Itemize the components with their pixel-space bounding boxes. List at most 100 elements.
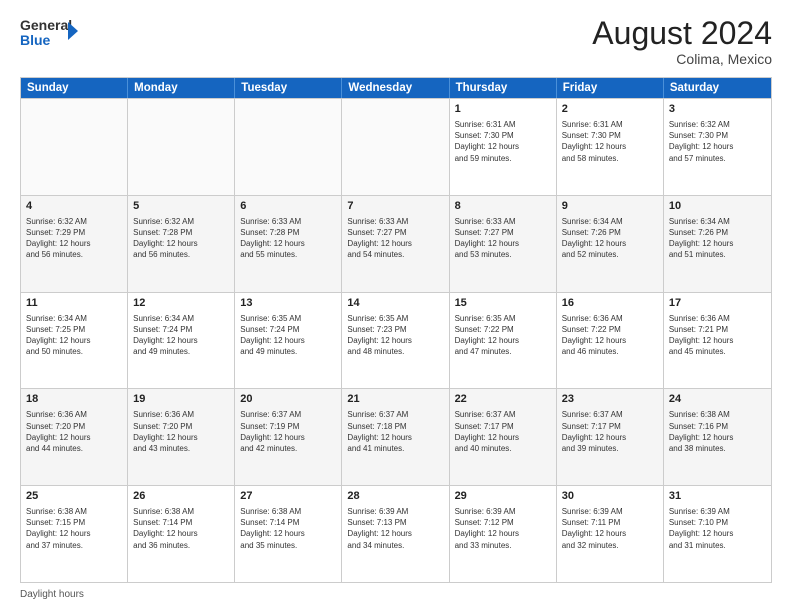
day-number: 30 [562, 489, 658, 504]
logo: GeneralBlue [20, 16, 80, 48]
day-number: 6 [240, 199, 336, 214]
cal-cell-row2-col7: 10 Sunrise: 6:34 AM Sunset: 7:26 PM Dayli… [664, 196, 771, 292]
day-number: 24 [669, 392, 766, 407]
cell-info: Sunrise: 6:38 AM Sunset: 7:16 PM Dayligh… [669, 409, 766, 454]
generalblue-logo-icon: GeneralBlue [20, 16, 80, 48]
calendar-row-1: 1Sunrise: 6:31 AM Sunset: 7:30 PM Daylig… [21, 98, 771, 195]
day-number: 10 [669, 199, 766, 214]
day-number: 29 [455, 489, 551, 504]
day-number: 21 [347, 392, 443, 407]
cal-cell-row5-col5: 29Sunrise: 6:39 AM Sunset: 7:12 PM Dayli… [450, 486, 557, 582]
cal-cell-row1-col1 [21, 99, 128, 195]
cell-info: Sunrise: 6:32 AM Sunset: 7:28 PM Dayligh… [133, 216, 229, 261]
header-day-sunday: Sunday [21, 78, 128, 98]
cal-cell-row5-col7: 31 Sunrise: 6:39 AM Sunset: 7:10 PM Dayli… [664, 486, 771, 582]
cal-cell-row4-col7: 24 Sunrise: 6:38 AM Sunset: 7:16 PM Dayli… [664, 389, 771, 485]
cell-info: Sunrise: 6:36 AM Sunset: 7:20 PM Dayligh… [133, 409, 229, 454]
cell-info: Sunrise: 6:36 AM Sunset: 7:20 PM Dayligh… [26, 409, 122, 454]
header-day-wednesday: Wednesday [342, 78, 449, 98]
cal-cell-row2-col4: 7 Sunrise: 6:33 AM Sunset: 7:27 PM Daylig… [342, 196, 449, 292]
day-number: 2 [562, 102, 658, 117]
cal-cell-row1-col5: 1Sunrise: 6:31 AM Sunset: 7:30 PM Daylig… [450, 99, 557, 195]
cell-info: Sunrise: 6:34 AM Sunset: 7:26 PM Dayligh… [562, 216, 658, 261]
cell-info: Sunrise: 6:34 AM Sunset: 7:26 PM Dayligh… [669, 216, 766, 261]
calendar-header: SundayMondayTuesdayWednesdayThursdayFrid… [21, 78, 771, 98]
cal-cell-row1-col2 [128, 99, 235, 195]
cell-info: Sunrise: 6:37 AM Sunset: 7:17 PM Dayligh… [562, 409, 658, 454]
cell-info: Sunrise: 6:36 AM Sunset: 7:21 PM Dayligh… [669, 313, 766, 358]
cell-info: Sunrise: 6:33 AM Sunset: 7:27 PM Dayligh… [347, 216, 443, 261]
day-number: 18 [26, 392, 122, 407]
cell-info: Sunrise: 6:33 AM Sunset: 7:27 PM Dayligh… [455, 216, 551, 261]
cal-cell-row2-col2: 5 Sunrise: 6:32 AM Sunset: 7:28 PM Daylig… [128, 196, 235, 292]
cal-cell-row5-col6: 30Sunrise: 6:39 AM Sunset: 7:11 PM Dayli… [557, 486, 664, 582]
cell-info: Sunrise: 6:31 AM Sunset: 7:30 PM Dayligh… [562, 119, 658, 164]
calendar-row-4: 18 Sunrise: 6:36 AM Sunset: 7:20 PM Dayli… [21, 388, 771, 485]
day-number: 4 [26, 199, 122, 214]
cal-cell-row4-col2: 19 Sunrise: 6:36 AM Sunset: 7:20 PM Dayli… [128, 389, 235, 485]
title-block: August 2024 Colima, Mexico [592, 16, 772, 67]
cell-info: Sunrise: 6:39 AM Sunset: 7:13 PM Dayligh… [347, 506, 443, 551]
cal-cell-row3-col1: 11Sunrise: 6:34 AM Sunset: 7:25 PM Dayli… [21, 293, 128, 389]
calendar: SundayMondayTuesdayWednesdayThursdayFrid… [20, 77, 772, 583]
cal-cell-row3-col4: 14Sunrise: 6:35 AM Sunset: 7:23 PM Dayli… [342, 293, 449, 389]
location: Colima, Mexico [592, 51, 772, 67]
cell-info: Sunrise: 6:35 AM Sunset: 7:22 PM Dayligh… [455, 313, 551, 358]
cal-cell-row1-col6: 2 Sunrise: 6:31 AM Sunset: 7:30 PM Daylig… [557, 99, 664, 195]
cal-cell-row4-col3: 20Sunrise: 6:37 AM Sunset: 7:19 PM Dayli… [235, 389, 342, 485]
cell-info: Sunrise: 6:38 AM Sunset: 7:14 PM Dayligh… [133, 506, 229, 551]
cal-cell-row3-col5: 15 Sunrise: 6:35 AM Sunset: 7:22 PM Dayli… [450, 293, 557, 389]
month-year: August 2024 [592, 16, 772, 51]
cal-cell-row2-col5: 8 Sunrise: 6:33 AM Sunset: 7:27 PM Daylig… [450, 196, 557, 292]
cal-cell-row2-col1: 4 Sunrise: 6:32 AM Sunset: 7:29 PM Daylig… [21, 196, 128, 292]
cal-cell-row4-col4: 21 Sunrise: 6:37 AM Sunset: 7:18 PM Dayli… [342, 389, 449, 485]
cal-cell-row3-col2: 12Sunrise: 6:34 AM Sunset: 7:24 PM Dayli… [128, 293, 235, 389]
cell-info: Sunrise: 6:39 AM Sunset: 7:10 PM Dayligh… [669, 506, 766, 551]
cell-info: Sunrise: 6:34 AM Sunset: 7:25 PM Dayligh… [26, 313, 122, 358]
day-number: 5 [133, 199, 229, 214]
cal-cell-row1-col4 [342, 99, 449, 195]
cal-cell-row4-col6: 23Sunrise: 6:37 AM Sunset: 7:17 PM Dayli… [557, 389, 664, 485]
day-number: 16 [562, 296, 658, 311]
calendar-row-2: 4 Sunrise: 6:32 AM Sunset: 7:29 PM Daylig… [21, 195, 771, 292]
calendar-body: 1Sunrise: 6:31 AM Sunset: 7:30 PM Daylig… [21, 98, 771, 582]
day-number: 8 [455, 199, 551, 214]
day-number: 27 [240, 489, 336, 504]
cell-info: Sunrise: 6:37 AM Sunset: 7:19 PM Dayligh… [240, 409, 336, 454]
cal-cell-row4-col1: 18 Sunrise: 6:36 AM Sunset: 7:20 PM Dayli… [21, 389, 128, 485]
day-number: 3 [669, 102, 766, 117]
day-number: 28 [347, 489, 443, 504]
day-number: 12 [133, 296, 229, 311]
cell-info: Sunrise: 6:35 AM Sunset: 7:24 PM Dayligh… [240, 313, 336, 358]
cell-info: Sunrise: 6:32 AM Sunset: 7:29 PM Dayligh… [26, 216, 122, 261]
day-number: 17 [669, 296, 766, 311]
cal-cell-row4-col5: 22Sunrise: 6:37 AM Sunset: 7:17 PM Dayli… [450, 389, 557, 485]
day-number: 19 [133, 392, 229, 407]
daylight-label: Daylight hours [20, 589, 84, 600]
day-number: 26 [133, 489, 229, 504]
svg-text:General: General [20, 17, 72, 33]
cell-info: Sunrise: 6:31 AM Sunset: 7:30 PM Dayligh… [455, 119, 551, 164]
day-number: 15 [455, 296, 551, 311]
svg-text:Blue: Blue [20, 32, 51, 48]
cal-cell-row5-col4: 28 Sunrise: 6:39 AM Sunset: 7:13 PM Dayli… [342, 486, 449, 582]
calendar-row-5: 25Sunrise: 6:38 AM Sunset: 7:15 PM Dayli… [21, 485, 771, 582]
footer: Daylight hours [20, 589, 772, 600]
cell-info: Sunrise: 6:37 AM Sunset: 7:18 PM Dayligh… [347, 409, 443, 454]
header-day-monday: Monday [128, 78, 235, 98]
day-number: 9 [562, 199, 658, 214]
cal-cell-row3-col3: 13Sunrise: 6:35 AM Sunset: 7:24 PM Dayli… [235, 293, 342, 389]
header-day-saturday: Saturday [664, 78, 771, 98]
cell-info: Sunrise: 6:38 AM Sunset: 7:14 PM Dayligh… [240, 506, 336, 551]
cal-cell-row3-col6: 16Sunrise: 6:36 AM Sunset: 7:22 PM Dayli… [557, 293, 664, 389]
day-number: 22 [455, 392, 551, 407]
header: GeneralBlue August 2024 Colima, Mexico [20, 16, 772, 67]
cal-cell-row5-col2: 26 Sunrise: 6:38 AM Sunset: 7:14 PM Dayli… [128, 486, 235, 582]
header-day-thursday: Thursday [450, 78, 557, 98]
cell-info: Sunrise: 6:33 AM Sunset: 7:28 PM Dayligh… [240, 216, 336, 261]
cal-cell-row5-col3: 27 Sunrise: 6:38 AM Sunset: 7:14 PM Dayli… [235, 486, 342, 582]
calendar-row-3: 11Sunrise: 6:34 AM Sunset: 7:25 PM Dayli… [21, 292, 771, 389]
cell-info: Sunrise: 6:32 AM Sunset: 7:30 PM Dayligh… [669, 119, 766, 164]
day-number: 7 [347, 199, 443, 214]
day-number: 31 [669, 489, 766, 504]
